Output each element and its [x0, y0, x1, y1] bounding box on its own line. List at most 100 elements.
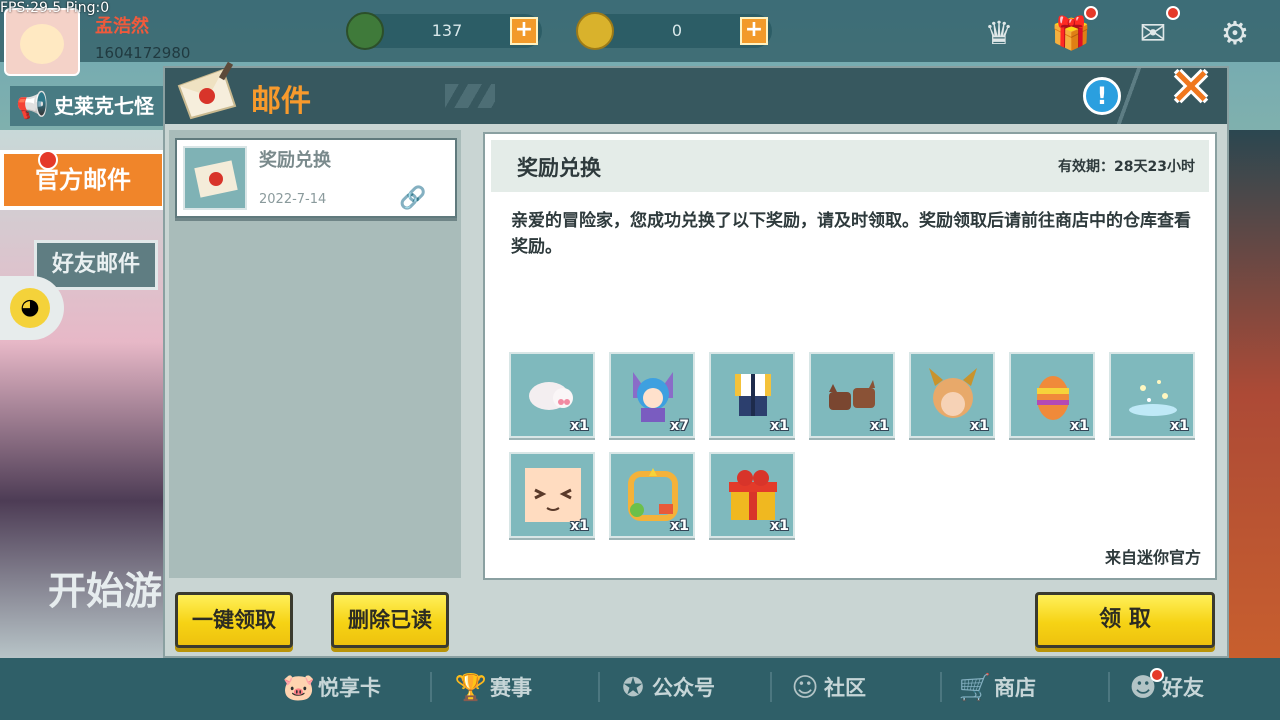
gift-notification-dot: [1084, 6, 1098, 20]
tab-official-mail[interactable]: 官方邮件: [0, 150, 166, 210]
friends-notification-dot: [1150, 668, 1164, 682]
emote-button[interactable]: ◕: [0, 276, 64, 340]
nav-shop[interactable]: 🛒 商店: [956, 668, 1036, 708]
nav-events[interactable]: 🏆 赛事: [452, 668, 532, 708]
player-name: 孟浩然: [95, 16, 149, 37]
reward-quantity: x1: [1070, 418, 1089, 434]
pig-icon: 🐷: [282, 673, 316, 703]
reward-quantity: x1: [570, 418, 589, 434]
player-avatar[interactable]: [4, 8, 80, 76]
claim-button[interactable]: 领 取: [1035, 592, 1215, 648]
nav-divider: [598, 672, 600, 702]
nav-friends-label: 好友: [1162, 676, 1204, 700]
mail-detail-header: 奖励兑换 有效期：28天23小时: [491, 140, 1209, 192]
reward-quantity: x7: [670, 418, 689, 434]
announcement-bar[interactable]: 📢 史莱克七怪: [10, 86, 170, 126]
nav-divider: [1108, 672, 1110, 702]
mail-item-title: 奖励兑换: [259, 150, 331, 171]
reward-quantity: x1: [970, 418, 989, 434]
close-icon[interactable]: ✕: [1163, 60, 1219, 116]
reward-quantity: x1: [770, 418, 789, 434]
nav-official-account[interactable]: ✪ 公众号: [614, 668, 715, 708]
reward-item[interactable]: x1: [509, 452, 595, 538]
gem-icon: [346, 12, 384, 50]
fps-readout: FPS:29.5 Ping:0: [0, 0, 110, 16]
attachment-clip-icon: 🔗: [399, 186, 427, 211]
mail-detail-title: 奖励兑换: [517, 156, 601, 180]
reward-quantity: x1: [1170, 418, 1189, 434]
star-badge-icon: ✪: [622, 673, 644, 703]
crown-icon[interactable]: ♛: [978, 12, 1020, 54]
header-decoration: [1117, 68, 1147, 124]
blue-hair-character-icon: [633, 372, 673, 422]
settings-gear-icon[interactable]: ⚙: [1214, 12, 1256, 54]
header-decoration: [445, 84, 495, 108]
dialog-title: 邮件: [251, 84, 311, 119]
trophy-icon: 🏆: [454, 673, 488, 703]
currency-coin: 0 +: [576, 12, 772, 50]
emote-face-icon: ◕: [10, 288, 50, 328]
mail-item-date: 2022-7-14: [259, 192, 327, 207]
mail-list-item[interactable]: 奖励兑换 2022-7-14 🔗: [175, 138, 457, 218]
reward-item[interactable]: x7: [609, 352, 695, 438]
mail-body-text: 亲爱的冒险家，您成功兑换了以下奖励，请及时领取。奖励领取后请前往商店中的仓库查看…: [511, 211, 1191, 257]
dialog-header: 邮件 ! ✕: [165, 60, 1227, 124]
horned-helmet-icon: [929, 368, 977, 418]
reward-item[interactable]: x1: [809, 352, 895, 438]
tab-friend-mail[interactable]: 好友邮件: [34, 240, 158, 290]
reward-quantity: x1: [670, 518, 689, 534]
coin-count: 0: [671, 21, 683, 40]
mail-detail-panel: 奖励兑换 有效期：28天23小时 亲爱的冒险家，您成功兑换了以下奖励，请及时领取…: [483, 132, 1217, 580]
white-plush-icon: [529, 382, 573, 410]
gift-box-icon: [729, 470, 777, 520]
brown-cats-icon: [829, 380, 875, 410]
wax-seal: [209, 172, 223, 186]
envelope-seal-icon: [177, 61, 237, 120]
reward-quantity: x1: [770, 518, 789, 534]
official-mail-notification-dot: [38, 150, 58, 170]
reward-item[interactable]: x1: [1009, 352, 1095, 438]
reward-item[interactable]: x1: [709, 352, 795, 438]
nav-divider: [940, 672, 942, 702]
outfit-icon: [735, 374, 771, 416]
reward-item[interactable]: x1: [1109, 352, 1195, 438]
speaker-icon: 📢: [16, 91, 49, 121]
reward-item[interactable]: x1: [909, 352, 995, 438]
reward-item[interactable]: x1: [709, 452, 795, 538]
start-game-label: 开始游: [48, 569, 163, 613]
nav-shop-label: 商店: [994, 676, 1036, 700]
reward-item[interactable]: x1: [509, 352, 595, 438]
nav-divider: [430, 672, 432, 702]
nav-card[interactable]: 🐷 悦享卡: [280, 668, 381, 708]
nav-friends[interactable]: ☻ 好友: [1124, 668, 1204, 708]
avatar-face: [20, 24, 64, 64]
smiley-face-icon: [525, 468, 581, 522]
reward-quantity: x1: [570, 518, 589, 534]
mail-notification-dot: [1166, 6, 1180, 20]
mail-validity: 有效期：28天23小时: [1058, 159, 1195, 175]
nav-community[interactable]: ☺ 社区: [786, 668, 866, 708]
claim-all-button[interactable]: 一键领取: [175, 592, 293, 648]
nav-community-label: 社区: [824, 676, 866, 700]
mail-envelope-icon: [183, 146, 247, 210]
info-icon[interactable]: !: [1083, 77, 1121, 115]
reward-quantity: x1: [870, 418, 889, 434]
community-icon: ☺: [791, 673, 819, 703]
announcement-text: 史莱克七怪: [54, 94, 154, 118]
mail-sender: 来自迷你官方: [1104, 548, 1201, 567]
add-gem-button[interactable]: +: [510, 17, 538, 45]
background-scene-right: [1220, 130, 1280, 660]
reward-item[interactable]: x1: [609, 452, 695, 538]
sparkle-effect-icon: [1129, 380, 1177, 416]
add-coin-button[interactable]: +: [740, 17, 768, 45]
delete-read-button[interactable]: 删除已读: [331, 592, 449, 648]
avatar-frame-icon: [628, 468, 678, 521]
nav-events-label: 赛事: [490, 676, 532, 700]
currency-gem: 137 +: [346, 12, 542, 50]
nav-divider: [770, 672, 772, 702]
gem-count: 137: [431, 21, 463, 40]
mail-dialog: 邮件 ! ✕ 奖励兑换 2022-7-14 🔗 一键领取 删除已读 奖励兑换 有…: [163, 60, 1229, 658]
coin-icon: [576, 12, 614, 50]
mail-list: 奖励兑换 2022-7-14 🔗: [169, 130, 461, 578]
nav-card-label: 悦享卡: [318, 676, 381, 700]
